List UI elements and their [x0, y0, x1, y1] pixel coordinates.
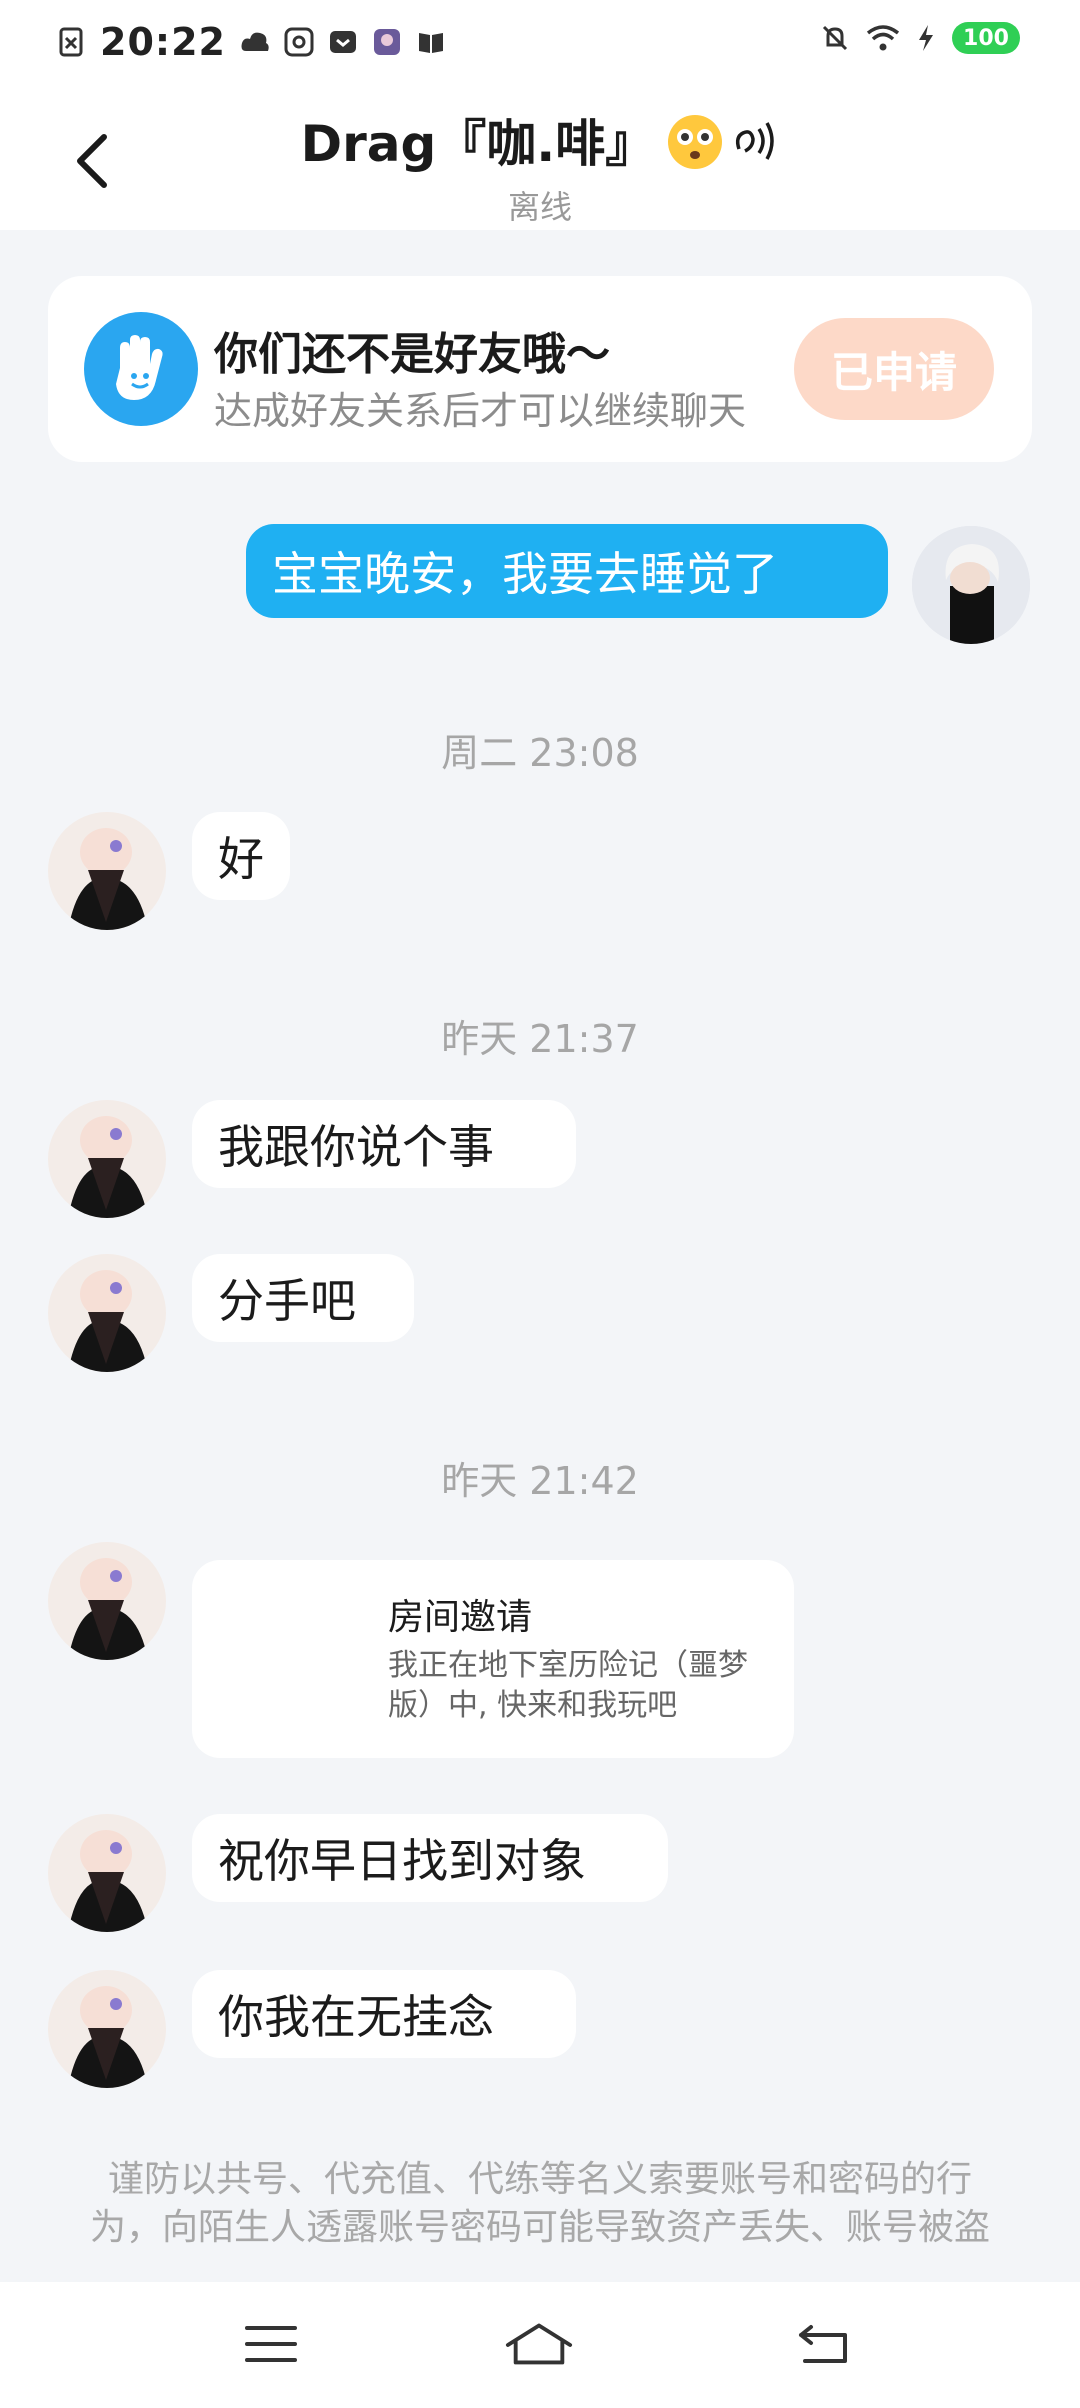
contact-avatar[interactable] [48, 1542, 166, 1660]
status-time: 20:22 [100, 20, 226, 64]
message-text: 好 [218, 832, 264, 886]
sim-off-icon [59, 27, 83, 57]
my-avatar[interactable] [912, 526, 1030, 644]
message-text: 分手吧 [218, 1274, 356, 1328]
message-text: 祝你早日找到对象 [218, 1834, 586, 1888]
timestamp: 昨天 21:37 [441, 1017, 639, 1061]
not-friends-description: 达成好友关系后才可以继续聊天 [214, 389, 747, 433]
not-friends-title: 你们还不是好友哦～ [214, 329, 610, 380]
timestamp: 昨天 21:42 [441, 1459, 639, 1503]
flushed-emoji-icon [668, 115, 723, 169]
chat-title[interactable]: Drag『咖.啡』 [301, 115, 656, 173]
charging-icon [919, 25, 933, 51]
contact-avatar[interactable] [48, 812, 166, 930]
mute-bell-icon [822, 25, 848, 51]
message-bubble-received[interactable]: 好 [192, 812, 290, 900]
status-bar: 20:22 100 [0, 0, 1080, 84]
cloud-icon [241, 32, 269, 51]
timestamp: 周二 23:08 [441, 731, 639, 775]
message-text: 宝宝晚安，我要去睡觉了 [272, 547, 778, 601]
room-invite-description: 我正在地下室历险记（噩梦版）中, 快来和我玩吧 [388, 1648, 748, 1723]
message-bubble-received[interactable]: 你我在无挂念 [192, 1970, 576, 2058]
wifi-icon [866, 25, 900, 51]
not-friends-card: 你们还不是好友哦～ 达成好友关系后才可以继续聊天 已申请 [48, 276, 1032, 462]
battery-level: 100 [952, 22, 1020, 54]
hand-wave-icon [84, 312, 198, 426]
pocket-icon [329, 31, 356, 53]
app-avatar-icon [373, 29, 400, 55]
message-text: 我跟你说个事 [218, 1120, 494, 1174]
contact-avatar[interactable] [48, 1814, 166, 1932]
online-status: 离线 [507, 188, 572, 226]
back-arrow-icon [799, 2325, 847, 2363]
contact-avatar[interactable] [48, 1970, 166, 2088]
home-button[interactable] [504, 2312, 574, 2376]
room-invite-card[interactable]: 房间邀请 我正在地下室历险记（噩梦版）中, 快来和我玩吧 [192, 1560, 794, 1758]
book-icon [418, 33, 443, 53]
at-icon [284, 27, 314, 57]
message-bubble-received[interactable]: 祝你早日找到对象 [192, 1814, 668, 1902]
back-nav-button[interactable] [790, 2312, 860, 2376]
room-invite-title: 房间邀请 [388, 1597, 533, 1638]
message-bubble-received[interactable]: 分手吧 [192, 1254, 414, 1342]
applied-button[interactable]: 已申请 [794, 318, 994, 420]
security-warning: 谨防以共号、代充值、代练等名义索要账号和密码的行为，向陌生人透露账号密码可能导致… [90, 2159, 991, 2248]
menu-button[interactable] [236, 2312, 306, 2376]
home-icon [505, 2323, 573, 2365]
system-nav-bar [0, 2282, 1080, 2408]
message-text: 你我在无挂念 [218, 1990, 494, 2044]
contact-avatar[interactable] [48, 1254, 166, 1372]
message-bubble-sent[interactable]: 宝宝晚安，我要去睡觉了 [246, 524, 888, 618]
message-bubble-received[interactable]: 我跟你说个事 [192, 1100, 576, 1188]
voice-ear-icon [736, 122, 775, 160]
menu-icon [245, 2326, 297, 2362]
contact-avatar[interactable] [48, 1100, 166, 1218]
chat-header: Drag『咖.啡』 离线 [0, 84, 1080, 230]
